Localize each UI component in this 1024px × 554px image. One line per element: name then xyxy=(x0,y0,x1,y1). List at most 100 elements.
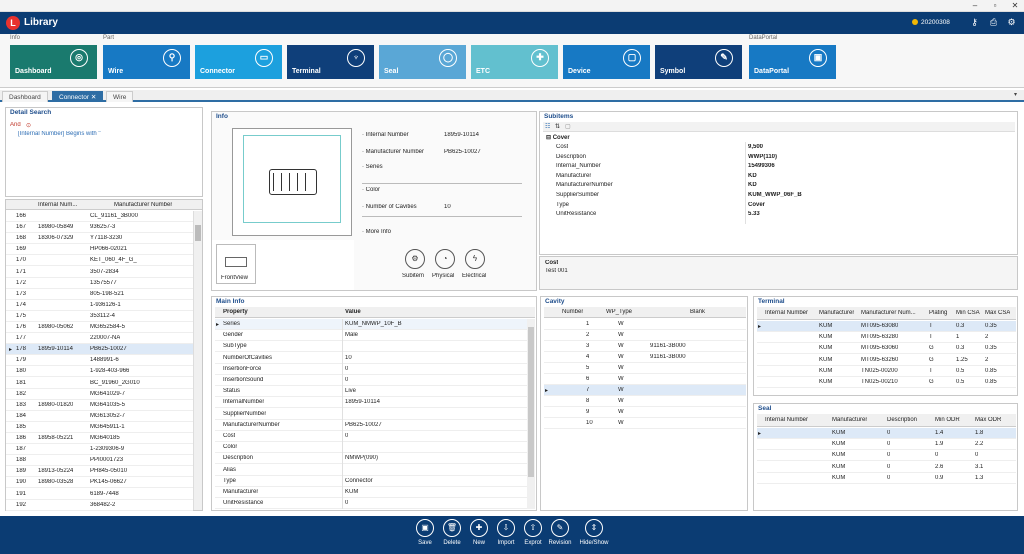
table-row[interactable]: 184 MG613052-7 xyxy=(6,411,193,422)
table-row[interactable]: ▸ 7 W xyxy=(544,385,746,396)
property-value[interactable]: PB625-10027 xyxy=(345,422,382,428)
table-row[interactable]: ▸ 178 18959-10114 PB625-10027 xyxy=(6,344,193,356)
table-row[interactable]: UnitResistance 0 xyxy=(215,498,527,510)
property-value[interactable]: 0 xyxy=(345,433,348,439)
table-row[interactable]: ▸ KUM MT095-63080 T 0.3 0.35 xyxy=(757,321,1016,332)
filter-and[interactable]: And xyxy=(10,122,21,128)
info-button-subitem-icon[interactable]: ⚙ xyxy=(405,249,425,269)
table-row[interactable]: KUM 0 2.6 3.1 xyxy=(757,462,1016,473)
table-row[interactable]: Color xyxy=(215,442,527,454)
tab-menu-icon[interactable]: ▾ xyxy=(1014,91,1017,98)
property-value[interactable]: NMWP(090) xyxy=(345,455,378,461)
table-row[interactable]: 166 CL_91161_3B000 xyxy=(6,211,193,222)
table-row[interactable]: Alias xyxy=(215,465,527,476)
table-row[interactable]: Cost 0 xyxy=(215,431,527,442)
table-row[interactable]: KUM 0 0 0 xyxy=(757,450,1016,462)
front-view-thumb[interactable]: FrontView xyxy=(216,244,256,284)
tab-close-icon[interactable]: ✕ xyxy=(91,94,96,101)
table-row[interactable]: Manufacturer KUM xyxy=(215,487,527,498)
table-row[interactable]: 6W xyxy=(544,374,746,385)
table-row[interactable]: 1W xyxy=(544,319,746,330)
table-row[interactable]: SupplierNumber xyxy=(215,409,527,420)
sort-alpha-icon[interactable]: ⇅ xyxy=(555,123,560,130)
filter-add-icon[interactable]: ⊙ xyxy=(26,122,31,129)
ribbon-tile-device[interactable]: ▢ Device xyxy=(563,45,650,79)
table-row[interactable]: 174 1-936126-1 xyxy=(6,300,193,311)
property-value[interactable]: KUM_NMWP_10F_B xyxy=(345,321,402,327)
table-row[interactable]: SubType xyxy=(215,341,527,353)
col-seal-manufacturer[interactable]: Manufacturer xyxy=(832,417,867,423)
table-row[interactable]: 190 18980-03528 PK145-06627 xyxy=(6,477,193,489)
property-value[interactable]: Connector xyxy=(345,478,373,484)
action-hide-show-button[interactable]: ⇕ Hide/Show xyxy=(579,519,609,546)
table-row[interactable]: 191 6189-7448 xyxy=(6,489,193,500)
table-row[interactable]: 2W xyxy=(544,330,746,341)
table-row[interactable]: KUM TN025-00200 T 0.5 0.85 xyxy=(757,366,1016,377)
col-value[interactable]: Value xyxy=(345,309,361,315)
user-info[interactable]: 20200308 xyxy=(912,19,950,26)
tab-wire[interactable]: Wire xyxy=(106,91,134,102)
minimize-button[interactable]: – xyxy=(968,0,982,12)
table-row[interactable]: 189 18913-05224 PH845-05010 xyxy=(6,466,193,478)
property-value[interactable]: 0 xyxy=(345,366,348,372)
ribbon-tile-seal[interactable]: ◯ Seal xyxy=(379,45,466,79)
table-row[interactable]: Gender Male xyxy=(215,330,527,342)
table-row[interactable]: InsertionSound 0 xyxy=(215,375,527,386)
col-term-internal[interactable]: Internal Number xyxy=(765,310,808,316)
property-value[interactable]: Male xyxy=(345,332,358,338)
action-new-button[interactable]: ✚ New xyxy=(464,519,494,546)
table-row[interactable]: 192 368482-2 xyxy=(6,500,193,511)
table-row[interactable]: Description NMWP(090) xyxy=(215,453,527,465)
list-scrollbar[interactable] xyxy=(193,211,202,510)
table-row[interactable]: ▸ KUM 0 1.4 1.8 xyxy=(757,428,1016,439)
table-row[interactable]: 5W xyxy=(544,363,746,374)
table-row[interactable]: 167 18980-05849 936257-3 xyxy=(6,222,193,234)
table-row[interactable]: InternalNumber 18959-10114 xyxy=(215,397,527,409)
table-row[interactable]: NumberOfCavities 10 xyxy=(215,353,527,364)
table-row[interactable]: 175 353112-4 xyxy=(6,311,193,322)
print-icon[interactable]: ⎙ xyxy=(989,18,998,27)
col-term-min-csa[interactable]: Min CSA xyxy=(956,310,980,316)
sort-category-icon[interactable]: ☷ xyxy=(545,123,550,130)
ribbon-tile-connector[interactable]: ▭ Connector xyxy=(195,45,282,79)
property-pages-icon[interactable]: ▢ xyxy=(565,123,571,130)
table-row[interactable]: Type Connector xyxy=(215,476,527,487)
property-value[interactable]: KUM xyxy=(345,489,358,495)
table-row[interactable]: 185 MG645911-1 xyxy=(6,422,193,433)
col-seal-max-odr[interactable]: Max ODR xyxy=(975,417,1001,423)
maximize-button[interactable]: ▫ xyxy=(988,0,1002,12)
table-row[interactable]: KUM 0 1.9 2.2 xyxy=(757,439,1016,451)
close-button[interactable]: ✕ xyxy=(1008,0,1022,12)
main-info-scrollbar[interactable] xyxy=(527,319,535,509)
ribbon-tile-terminal[interactable]: ♆ Terminal xyxy=(287,45,374,79)
property-value[interactable]: Live xyxy=(345,388,356,394)
table-row[interactable]: 182 MG641029-7 xyxy=(6,389,193,400)
table-row[interactable]: 186 18958-05221 MG640185 xyxy=(6,433,193,444)
key-icon[interactable]: ⚷ xyxy=(970,18,979,27)
table-row[interactable]: KUM MT095-63260 G 1.25 2 xyxy=(757,355,1016,366)
table-row[interactable]: InsertionForce 0 xyxy=(215,364,527,375)
property-value[interactable]: 0 xyxy=(345,500,348,506)
table-row[interactable]: 183 18980-01820 MG641035-5 xyxy=(6,400,193,411)
gear-icon[interactable]: ⚙ xyxy=(1007,18,1016,27)
table-row[interactable]: Status Live xyxy=(215,386,527,398)
table-row[interactable]: 8W xyxy=(544,396,746,407)
ribbon-tile-dataportal[interactable]: ▣ DataPortal xyxy=(749,45,836,79)
col-property[interactable]: Property xyxy=(223,309,248,315)
ribbon-tile-symbol[interactable]: ✎ Symbol xyxy=(655,45,742,79)
col-number[interactable]: Number xyxy=(562,309,583,315)
table-row[interactable]: 9W xyxy=(544,407,746,418)
table-row[interactable]: 188 PPI0001723 xyxy=(6,455,193,467)
action-revision-button[interactable]: ✎ Revision xyxy=(545,519,575,546)
tab-connector[interactable]: Connector ✕ xyxy=(52,91,104,102)
tab-dashboard[interactable]: Dashboard xyxy=(2,91,48,102)
table-row[interactable]: 10 W xyxy=(544,418,746,429)
ribbon-tile-etc[interactable]: ✚ ETC xyxy=(471,45,558,79)
col-manufacturer-number[interactable]: Manufacturer Number xyxy=(114,202,172,208)
property-value[interactable]: 10 xyxy=(345,355,352,361)
table-row[interactable]: 180 1-928-403-966 xyxy=(6,366,193,378)
property-value[interactable]: 18959-10114 xyxy=(345,399,380,405)
action-exprot-button[interactable]: ⇧ Exprot xyxy=(518,519,548,546)
table-row[interactable]: 187 1-2309306-9 xyxy=(6,444,193,456)
table-row[interactable]: ManufacturerNumber PB625-10027 xyxy=(215,420,527,431)
